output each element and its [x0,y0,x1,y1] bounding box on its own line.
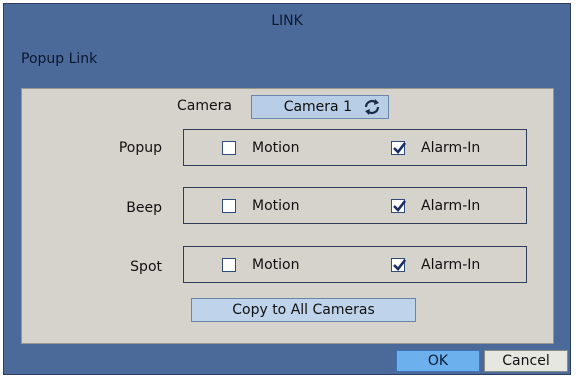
popup-motion-label: Motion [252,139,300,156]
row-spot: Motion Alarm-In [183,246,527,283]
checkmark-icon [393,141,407,154]
camera-selected-value: Camera 1 [283,99,352,115]
link-dialog: LINK Popup Link Camera Camera 1 Popup Mo… [3,3,571,375]
beep-motion-option[interactable]: Motion [222,188,299,223]
checkmark-icon [393,258,407,271]
popup-motion-option[interactable]: Motion [222,130,299,165]
checkmark-icon [393,199,407,212]
beep-alarm-checkbox[interactable] [391,198,407,213]
ok-button[interactable]: OK [396,350,480,372]
camera-label: Camera [177,98,232,114]
camera-selector[interactable]: Camera 1 [251,95,389,119]
popup-motion-checkbox[interactable] [222,140,236,155]
row-label-popup: Popup [118,140,162,156]
beep-motion-label: Motion [252,197,300,214]
spot-alarm-option[interactable]: Alarm-In [391,247,480,282]
spot-motion-checkbox[interactable] [222,257,236,272]
spot-alarm-checkbox[interactable] [391,257,407,272]
spot-alarm-label: Alarm-In [421,256,481,273]
spot-motion-option[interactable]: Motion [222,247,299,282]
settings-panel: Camera Camera 1 Popup Motion Alarm-In Be… [21,88,554,344]
row-popup: Motion Alarm-In [183,129,527,166]
section-title: Popup Link [21,51,98,67]
popup-alarm-checkbox[interactable] [391,140,407,155]
popup-alarm-option[interactable]: Alarm-In [391,130,480,165]
cycle-icon[interactable] [362,97,382,117]
row-beep: Motion Alarm-In [183,187,527,224]
beep-alarm-option[interactable]: Alarm-In [391,188,480,223]
dialog-title: LINK [271,13,303,29]
beep-motion-checkbox[interactable] [222,198,236,213]
row-label-beep: Beep [126,200,162,216]
cancel-button[interactable]: Cancel [484,350,568,372]
row-label-spot: Spot [130,259,162,275]
popup-alarm-label: Alarm-In [421,139,481,156]
spot-motion-label: Motion [252,256,300,273]
beep-alarm-label: Alarm-In [421,197,481,214]
copy-to-all-cameras-button[interactable]: Copy to All Cameras [191,298,416,322]
